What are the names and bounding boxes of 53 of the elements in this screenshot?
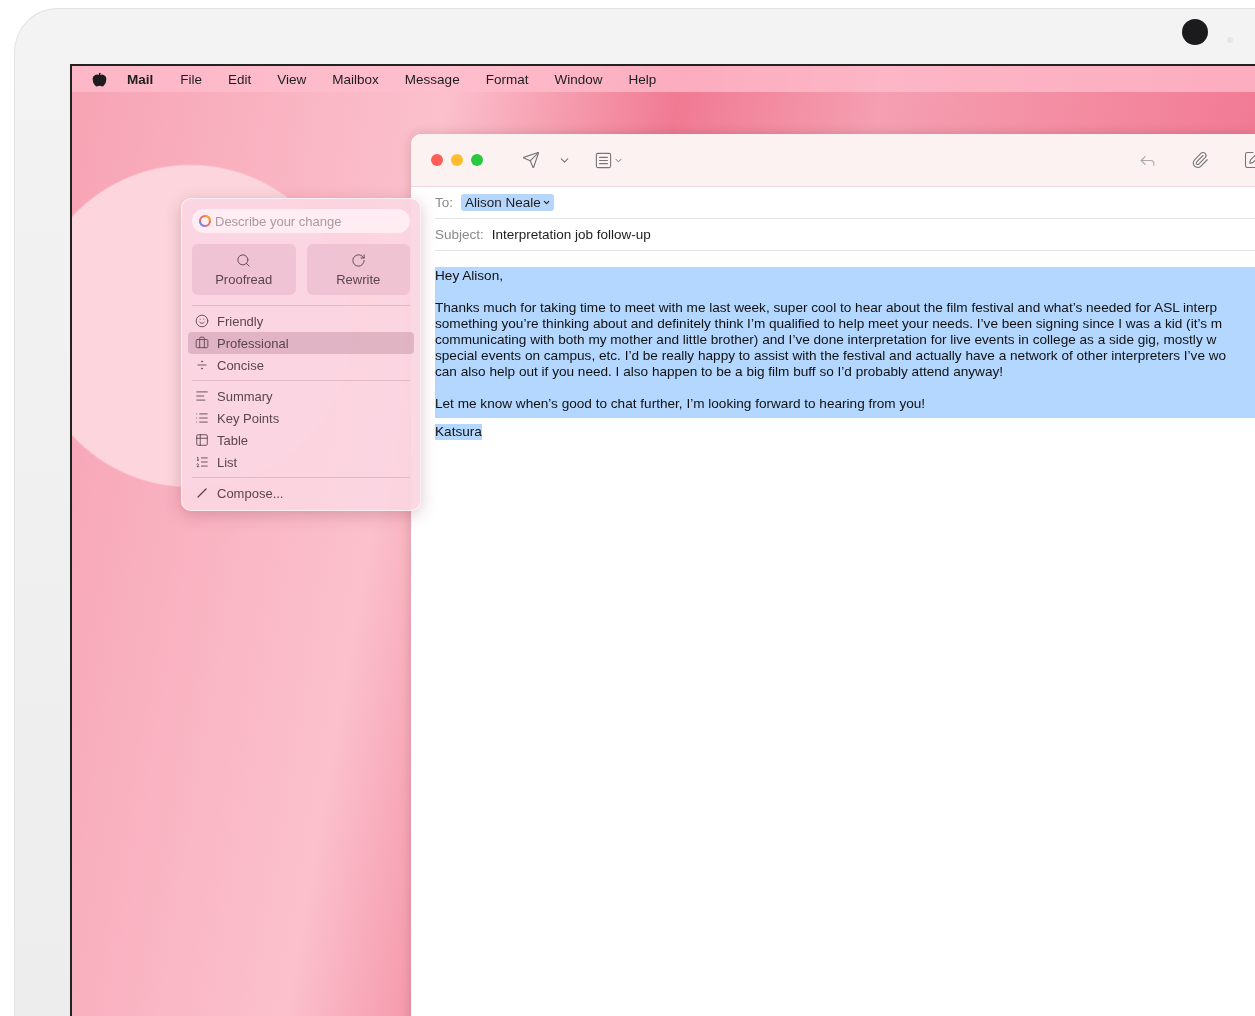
zoom-button[interactable] [471,154,483,166]
subject-label: Subject: [435,227,484,242]
briefcase-icon [195,336,209,350]
send-button[interactable] [522,151,540,169]
menu-item[interactable]: Help [628,71,657,87]
menu-item[interactable]: Mailbox [332,71,379,87]
body-text-line: special events on campus, etc. I’d be really happy to assist with the festival and actually have a network of other interpreters I’ve wo [435,348,1228,364]
lines-icon [195,389,209,403]
writing-action-button[interactable]: Rewrite [306,244,410,295]
close-button[interactable] [431,154,443,166]
paperclip-icon [1191,151,1209,169]
list-icon [195,455,209,469]
to-label: To: [435,195,453,210]
divide-icon [195,358,209,372]
paper-plane-icon [522,151,540,169]
menu-item[interactable]: Format [485,71,529,87]
body-text-line: Let me know when’s good to chat further, I’m looking forward to hearing from you! [435,396,927,412]
pen-icon [195,486,209,500]
writing-tool-item[interactable]: Professional [188,332,414,354]
recipient-token[interactable]: Alison Neale [461,194,554,211]
writing-tool-item[interactable]: Compose... [188,482,414,504]
describe-change-field[interactable]: Describe your change [192,209,410,233]
smiley-icon [195,314,209,328]
body-text-line: Thanks much for taking time to meet with me last week, super cool to hear about the film festival and what’s needed for ASL interp [435,300,1219,316]
writing-tool-item[interactable]: Key Points [188,407,414,429]
circular-arrow-icon [350,252,366,268]
apple-icon[interactable] [92,71,107,87]
magnifier-icon [236,252,252,268]
menu-item[interactable]: View [277,71,307,87]
writing-tool-item[interactable]: Concise [188,354,414,376]
writing-action-button[interactable]: Proofread [192,244,296,295]
menu-item[interactable]: File [180,71,203,87]
writing-tool-item[interactable]: List [188,451,414,473]
menu-item[interactable]: Message [404,71,460,87]
list-icon [195,411,209,425]
writing-tool-item[interactable]: Friendly [188,310,414,332]
menu-item[interactable]: Window [554,71,603,87]
table-icon [195,433,209,447]
list-icon [594,150,613,170]
attach-button[interactable] [1191,151,1209,169]
writing-tool-item[interactable]: Table [188,429,414,451]
chevron-down-icon [541,198,551,207]
writing-tool-item[interactable]: Summary [188,385,414,407]
camera [1182,19,1208,45]
signature-text: Katsura [435,424,482,440]
body-text-line: something you’re thinking about and definitely think I’m qualified to help meet your needs. I’ve been signing since I was a kid (it’s m [435,316,1224,332]
body-text-line: communicating with both my mother and little brother) and I’ve done interpretation for live events in college as a side gig, mostly w [435,332,1218,348]
menu-item[interactable]: Edit [228,71,252,87]
greeting-text: Hey Alison, [435,268,504,284]
subject-field[interactable]: Interpretation job follow-up [491,227,651,242]
body-text-line: can also help out if you need. I also happen to be a big film buff so I’d probably attend anyway! [435,364,1005,380]
format-button[interactable] [594,150,624,170]
menu-app-name[interactable]: Mail [127,71,154,87]
